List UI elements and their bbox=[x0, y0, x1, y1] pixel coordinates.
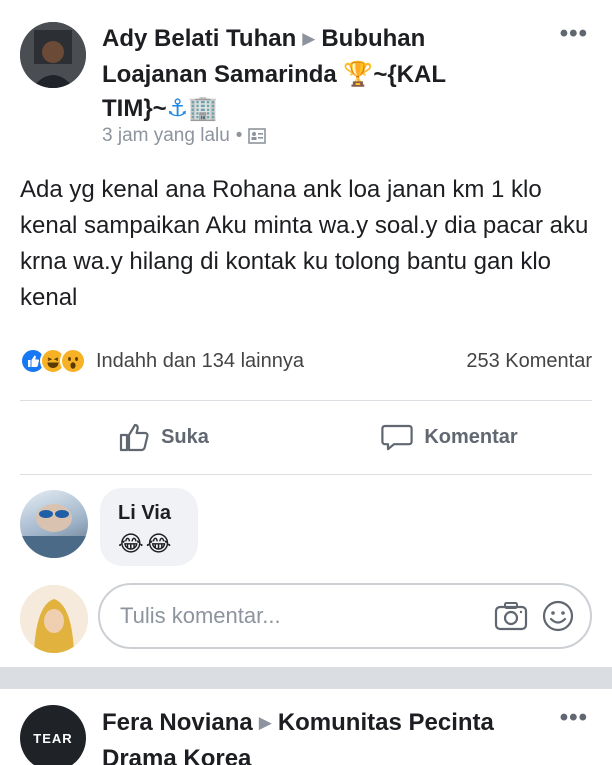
avatar-photo-icon bbox=[20, 22, 86, 88]
tears-of-joy-icon: 😂 bbox=[118, 531, 144, 556]
post-text: Ada yg kenal ana Rohana ank loa janan km… bbox=[20, 176, 589, 311]
feed-separator bbox=[0, 667, 612, 689]
author-avatar[interactable] bbox=[20, 22, 86, 88]
comment-composer[interactable]: Tulis komentar... bbox=[98, 583, 592, 649]
divider-bottom bbox=[20, 474, 592, 475]
post-meta: 3 jam yang lalu • bbox=[102, 125, 267, 147]
tears-of-joy-icon: 😂 bbox=[145, 531, 172, 556]
post2-more-options-icon[interactable]: ••• bbox=[560, 704, 588, 732]
post2-author-name[interactable]: Fera Noviana bbox=[102, 709, 253, 736]
thumbs-up-icon bbox=[119, 423, 149, 452]
user-photo-icon bbox=[20, 585, 88, 653]
post-time[interactable]: 3 jam yang lalu bbox=[102, 125, 230, 147]
comment-button[interactable]: Komentar bbox=[306, 400, 592, 474]
audience-group-icon bbox=[248, 128, 267, 144]
reaction-icons bbox=[20, 348, 86, 374]
comment-label: Komentar bbox=[424, 425, 518, 448]
post-header: Ady Belati Tuhan ▶ Bubuhan Loajanan Samari… bbox=[102, 22, 512, 126]
more-options-icon[interactable]: ••• bbox=[560, 20, 588, 48]
composer-icons bbox=[494, 600, 574, 632]
composer-placeholder[interactable]: Tulis komentar... bbox=[120, 603, 494, 629]
dot-separator: • bbox=[235, 125, 243, 146]
comment-content: 😂 😂 bbox=[118, 531, 198, 557]
commenter-avatar[interactable] bbox=[20, 490, 88, 558]
current-user-avatar[interactable] bbox=[20, 585, 88, 653]
post2-avatar[interactable]: TEAR bbox=[20, 705, 86, 765]
comment-bubble-icon bbox=[381, 424, 414, 451]
anchor-icon: ⚓ bbox=[166, 95, 189, 122]
action-bar: Suka Komentar bbox=[20, 400, 592, 474]
like-label: Suka bbox=[161, 425, 209, 448]
reactions-summary[interactable]: Indahh dan 134 lainnya bbox=[96, 350, 304, 373]
comment-count[interactable]: 253 Komentar bbox=[466, 350, 592, 373]
post2-header: Fera Noviana ▶ Komunitas Pecinta Drama Kor… bbox=[102, 706, 522, 765]
emoji-icon[interactable] bbox=[542, 600, 574, 632]
building-icon: 🏢 bbox=[188, 95, 219, 122]
like-button[interactable]: Suka bbox=[20, 400, 306, 474]
share-arrow-icon: ▶ bbox=[302, 29, 316, 48]
wow-reaction-icon bbox=[60, 348, 86, 374]
camera-icon[interactable] bbox=[494, 601, 528, 631]
commenter-name[interactable]: Li Via bbox=[118, 502, 198, 525]
reactions-bar[interactable]: Indahh dan 134 lainnya 253 Komentar bbox=[20, 345, 592, 377]
comment-bubble[interactable]: Li Via 😂 😂 bbox=[100, 488, 198, 566]
author-name[interactable]: Ady Belati Tuhan bbox=[102, 25, 296, 52]
post2-avatar-logo: TEAR bbox=[33, 730, 73, 746]
share-arrow-icon: ▶ bbox=[258, 713, 272, 732]
trophy-icon: 🏆 bbox=[343, 61, 374, 88]
commenter-photo-icon bbox=[20, 504, 88, 558]
